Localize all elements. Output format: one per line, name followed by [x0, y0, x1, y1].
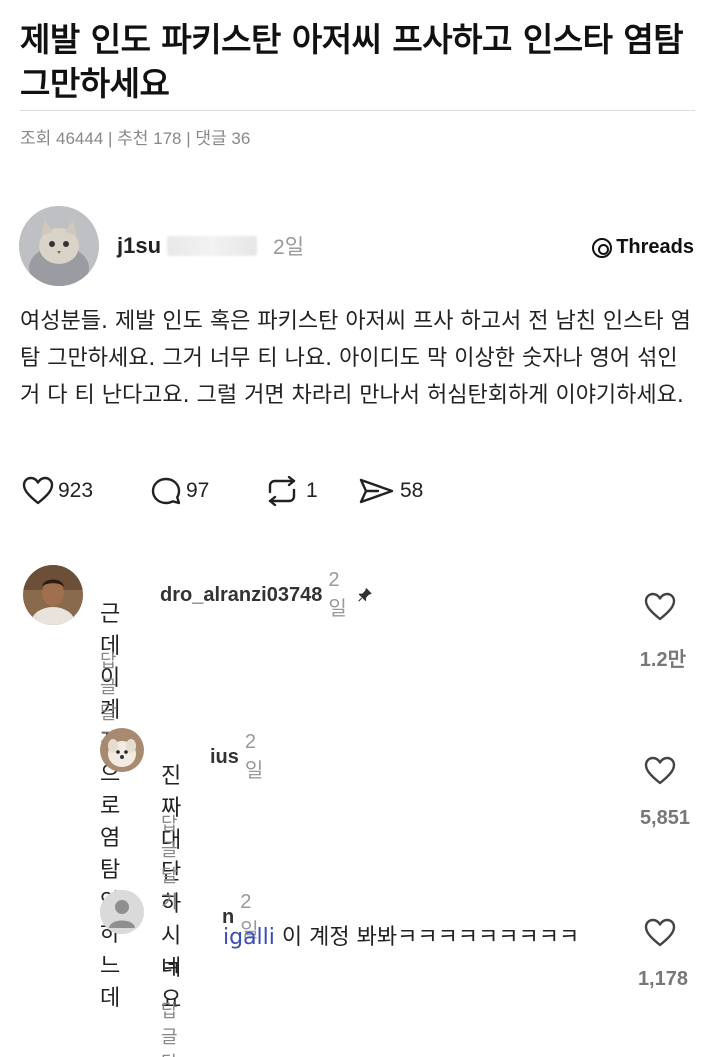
post-username[interactable]: j1su [117, 233, 161, 259]
comment-count: 97 [186, 479, 210, 502]
comment-time: 2일 [328, 569, 347, 620]
comment-header: ius 2일 [210, 731, 263, 783]
comment-text-line2: ㅋ [161, 957, 182, 982]
post-author-avatar[interactable] [19, 206, 99, 286]
speech-bubble-icon [151, 477, 181, 505]
comment-like-count: 5,851 [639, 807, 690, 829]
commenter-avatar[interactable] [100, 890, 144, 934]
like-count: 923 [58, 479, 94, 502]
post-author[interactable]: j1su 2일 [117, 231, 304, 261]
commenter-avatar[interactable] [23, 565, 83, 625]
title-divider [20, 110, 695, 111]
comment-header: dro_alranzi03748 2일 [160, 569, 373, 621]
commenter-avatar[interactable] [100, 728, 144, 772]
dog-photo-icon [100, 728, 144, 772]
default-user-icon [100, 890, 144, 934]
comment-like-count: 1.2만 [639, 649, 686, 671]
comment-text: igalli 이 계정 봐봐ㅋㅋㅋㅋㅋㅋㅋㅋㅋ [161, 922, 621, 954]
post-time: 2일 [273, 236, 305, 259]
person-photo-icon [23, 565, 83, 625]
threads-logo-icon [592, 237, 613, 258]
reply-button[interactable]: 답글 달기 [161, 997, 178, 1057]
share-count: 58 [400, 479, 424, 502]
threads-badge[interactable]: Threads [592, 236, 694, 259]
comment-username[interactable]: ius [210, 746, 239, 769]
pin-icon [358, 588, 372, 602]
repost-icon [268, 476, 296, 506]
article-meta: 조회 46444 | 추천 178 | 댓글 36 [20, 129, 251, 148]
post-body: 여성분들. 제발 인도 혹은 파키스탄 아저씨 프사 하고서 전 남친 인스타 … [20, 309, 691, 408]
comment-username[interactable]: dro_alranzi03748 [160, 584, 322, 607]
reply-button[interactable]: 답글 달기 [161, 810, 178, 914]
share-button[interactable]: 58 [358, 476, 423, 506]
threads-label: Threads [616, 236, 694, 258]
send-icon [359, 478, 394, 504]
comment-text-body: 이 계정 봐봐ㅋㅋㅋㅋㅋㅋㅋㅋㅋ [274, 925, 580, 950]
heart-icon[interactable] [644, 592, 676, 622]
redacted-username-part [167, 236, 258, 256]
article-title: 제발 인도 파키스탄 아저씨 프사하고 인스타 염탐 그만하세요 [20, 20, 684, 103]
comment-time: 2일 [244, 731, 264, 782]
like-button[interactable]: 923 [22, 476, 93, 506]
heart-icon[interactable] [644, 756, 676, 786]
comment-button[interactable]: 97 [150, 476, 209, 506]
repost-button[interactable]: 1 [262, 476, 318, 506]
heart-icon [22, 476, 54, 505]
repost-count: 1 [306, 479, 318, 502]
comment-mention[interactable]: igalli [223, 925, 275, 950]
comment-like-count: 1,178 [637, 968, 688, 990]
cat-avatar-icon [19, 206, 99, 286]
heart-icon[interactable] [644, 918, 676, 948]
post-actions: 923 97 1 58 [22, 476, 542, 512]
